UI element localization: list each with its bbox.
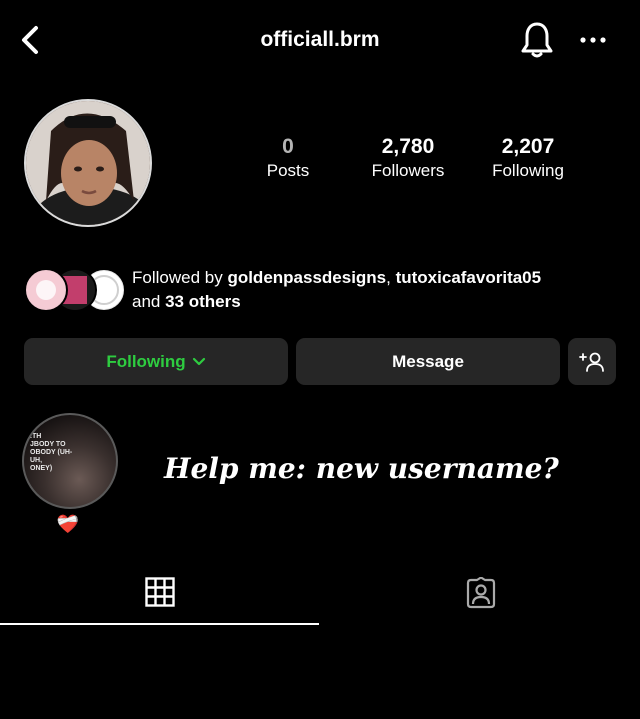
message-button[interactable]: Message [296,338,560,385]
bell-icon[interactable] [518,20,556,60]
followed-by-text[interactable]: Followed by goldenpassdesigns, tutoxicaf… [132,266,622,314]
mending-heart-icon: ❤️‍🩹 [56,514,80,534]
highlight-lyrics: .TH JBODY TO OBODY (UH- UH, ONEY) [30,433,73,472]
active-tab-indicator [0,623,319,625]
add-user-icon [579,352,604,372]
mutual-user-1[interactable]: goldenpassdesigns [227,268,386,287]
following-button-label: Following [106,351,186,371]
followed-by-and: and [132,292,166,311]
posts-count: 0 [282,135,294,158]
following-button[interactable]: Following [24,338,288,385]
chevron-down-icon [192,357,205,365]
more-options-icon[interactable] [576,30,610,50]
tagged-icon[interactable] [465,577,497,609]
mutual-user-2[interactable]: tutoxicafavorita05 [396,268,542,287]
profile-note: Help me: new username? [164,452,559,485]
followed-by-separator: , [386,268,396,287]
add-user-button[interactable] [568,338,616,385]
followers-count: 2,780 [381,135,435,158]
following-label: Following [492,161,564,180]
posts-stat: 0 Posts [223,134,353,182]
mutual-follower-avatar[interactable] [24,268,68,312]
avatar-portrait [26,101,150,225]
following-count: 2,207 [501,135,555,158]
message-button-label: Message [392,351,464,371]
grid-icon[interactable] [145,577,175,607]
posts-label: Posts [266,161,310,180]
followers-stat[interactable]: 2,780 Followers [343,134,473,182]
mutual-others[interactable]: 33 others [165,292,241,311]
following-stat[interactable]: 2,207 Following [463,134,593,182]
story-highlight[interactable]: .TH JBODY TO OBODY (UH- UH, ONEY) [22,413,118,509]
profile-avatar[interactable] [24,99,152,227]
followed-by-prefix: Followed by [132,268,228,287]
followers-label: Followers [371,161,445,180]
